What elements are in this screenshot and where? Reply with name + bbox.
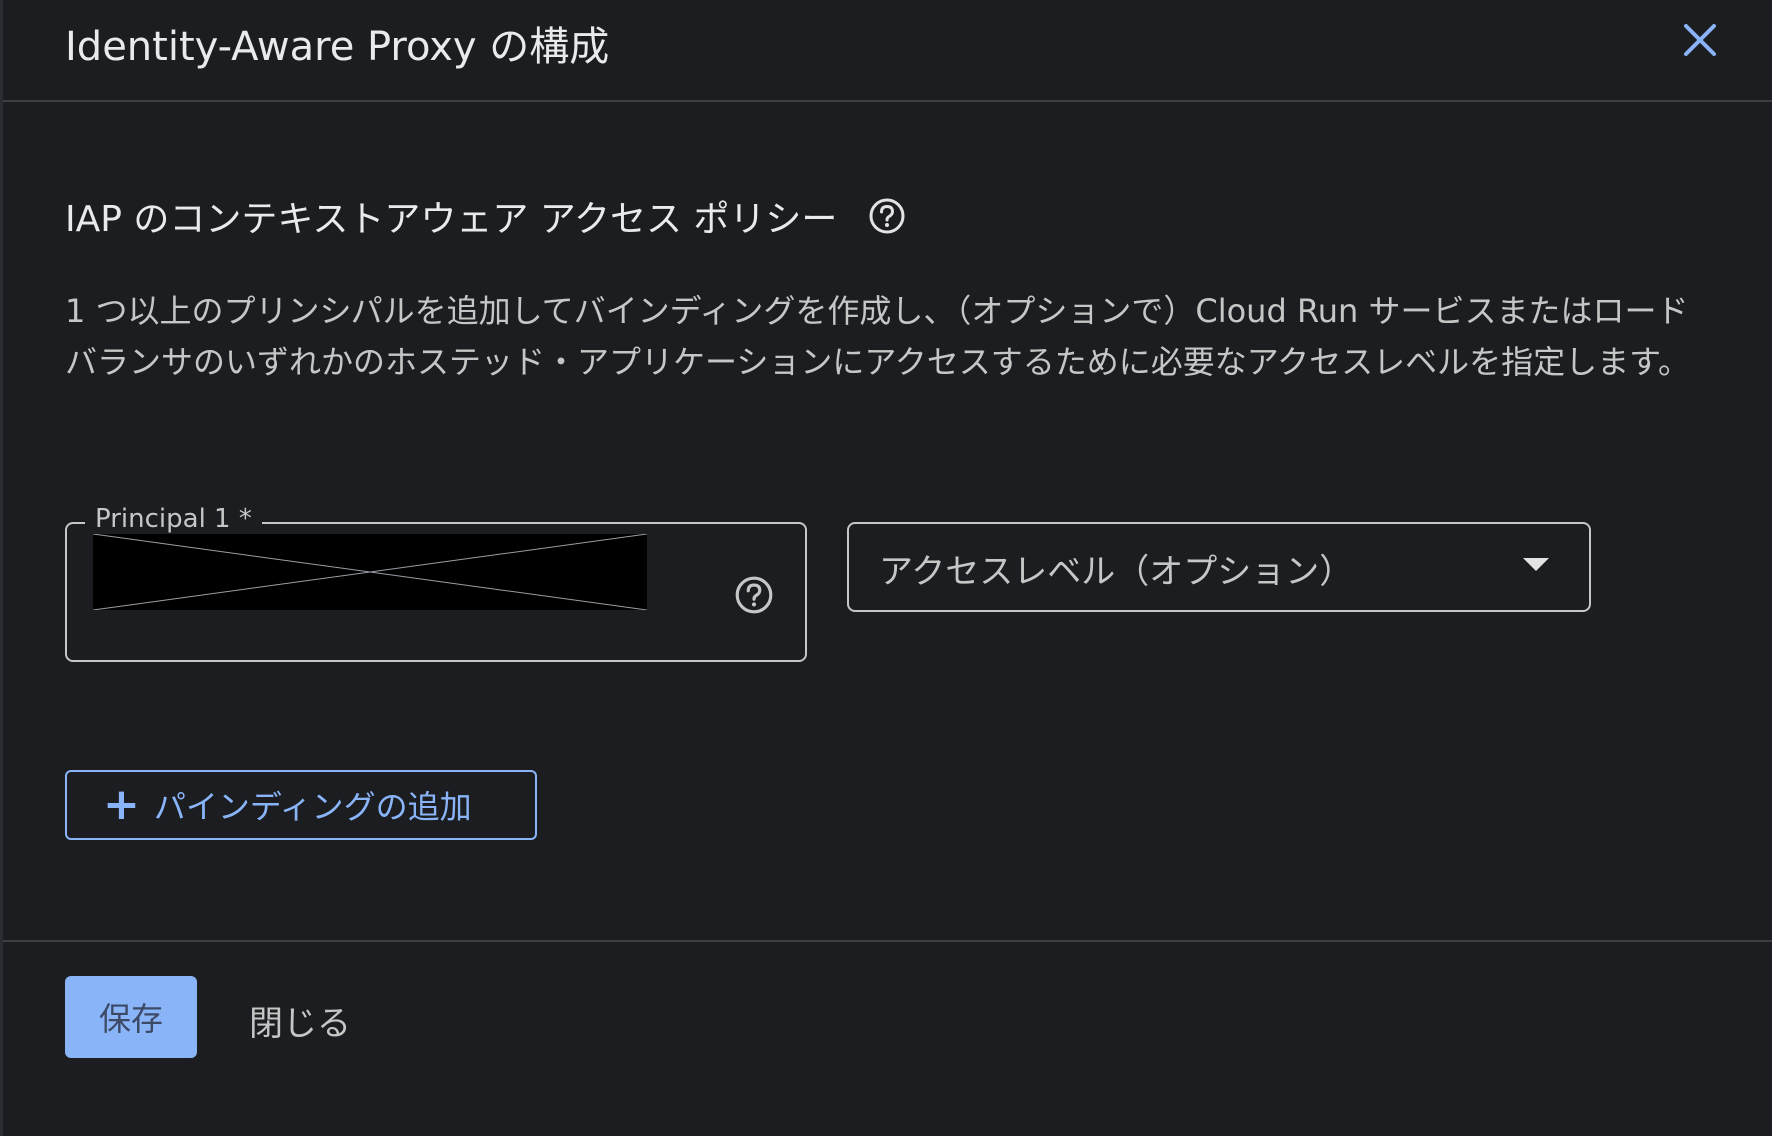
dropdown-arrow-icon (1523, 558, 1549, 571)
dialog-footer: 保存 閉じる (3, 940, 1772, 1136)
close-icon[interactable] (1674, 14, 1726, 66)
redacted-principal-value (92, 533, 648, 611)
help-icon[interactable] (867, 196, 907, 236)
close-button[interactable]: 閉じる (249, 996, 351, 1045)
access-level-placeholder: アクセスレベル（オプション） (879, 552, 1354, 592)
dialog-title: Identity-Aware Proxy の構成 (65, 24, 610, 70)
access-level-select[interactable]: アクセスレベル（オプション） (847, 522, 1591, 612)
dialog-header: Identity-Aware Proxy の構成 (3, 0, 1772, 102)
iap-config-dialog: Identity-Aware Proxy の構成 IAP のコンテキストアウェア… (0, 0, 1772, 1136)
add-binding-label: パインディングの追加 (153, 788, 472, 826)
principal-field[interactable]: Principal 1 * (65, 504, 807, 662)
plus-icon: + (103, 779, 140, 830)
add-binding-button[interactable]: + パインディングの追加 (65, 770, 537, 840)
principal-help-icon[interactable] (733, 574, 775, 616)
section-description: 1 つ以上のプリンシパルを追加してバインディングを作成し、（オプションで）Clo… (65, 292, 1690, 381)
principal-label: Principal 1 * (85, 504, 262, 534)
save-button[interactable]: 保存 (65, 976, 197, 1058)
section-title: IAP のコンテキストアウェア アクセス ポリシー (65, 190, 907, 242)
section-title-text: IAP のコンテキストアウェア アクセス ポリシー (65, 199, 838, 240)
